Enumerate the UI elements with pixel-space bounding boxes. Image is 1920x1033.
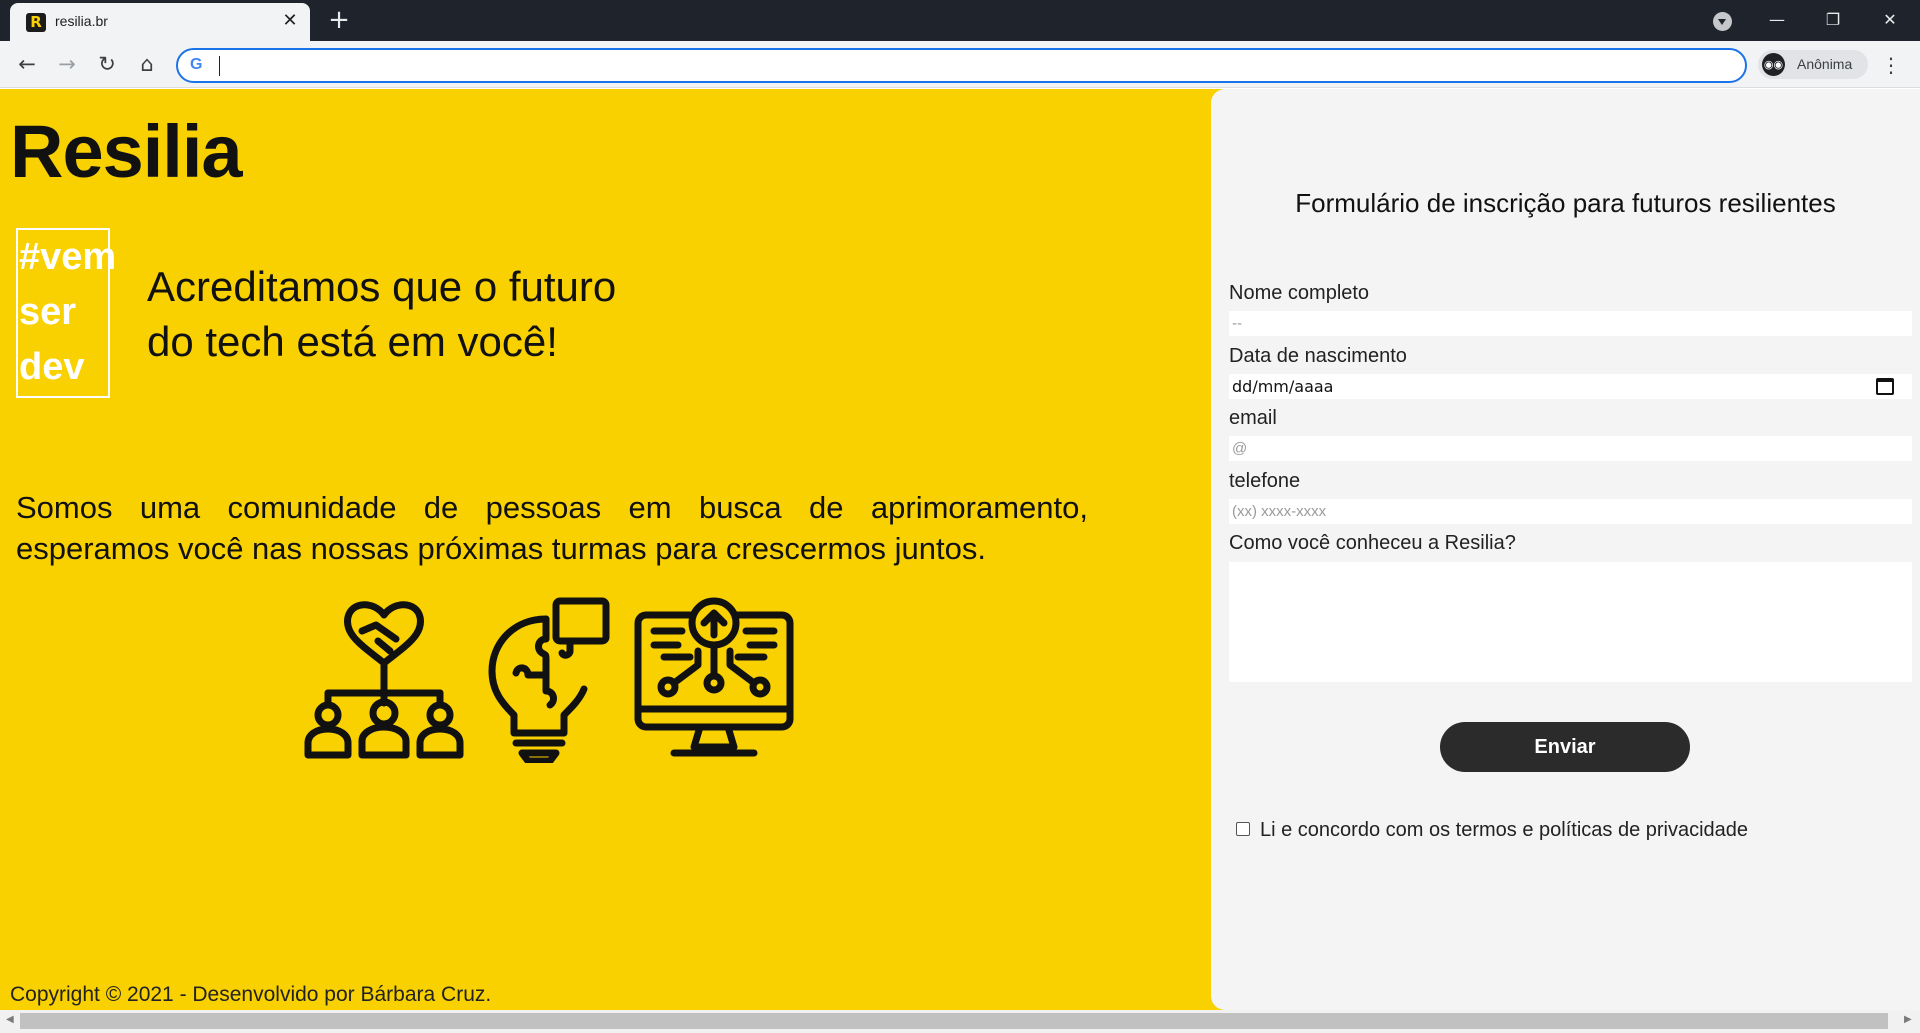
close-window-button[interactable]: ✕ <box>1875 6 1905 34</box>
minimize-button[interactable]: — <box>1762 6 1792 34</box>
home-icon[interactable]: ⌂ <box>132 49 162 79</box>
google-icon: G <box>190 56 203 73</box>
tagline: Acreditamos que o futuro do tech está em… <box>147 259 667 369</box>
about-text: Somos uma comunidade de pessoas em busca… <box>16 490 1088 566</box>
teamwork-handshake-icon <box>304 601 464 759</box>
signup-form-panel: Formulário de inscrição para futuros res… <box>1211 89 1920 1010</box>
browser-titlebar: R resilia.br ✕ + — ❐ ✕ <box>0 0 1920 41</box>
calendar-icon[interactable] <box>1876 378 1894 395</box>
scroll-right-icon[interactable]: ▶ <box>1904 1014 1912 1025</box>
tagline-line: do tech está em você! <box>147 318 558 365</box>
computer-upload-circuit-icon <box>634 597 794 757</box>
page-content: Resilia #vem ser dev Acreditamos que o f… <box>0 89 1920 1010</box>
resilia-favicon-icon: R <box>26 13 46 32</box>
hashtag-line: ser <box>19 291 77 333</box>
source-label: Como você conheceu a Resilia? <box>1229 532 1516 554</box>
tab-title: resilia.br <box>55 13 108 29</box>
reload-icon[interactable]: ↻ <box>92 49 122 79</box>
email-label: email <box>1229 407 1277 429</box>
birth-date-label: Data de nascimento <box>1229 345 1407 367</box>
horizontal-scrollbar[interactable]: ◀ ▶ <box>0 1010 1920 1033</box>
browser-menu-icon[interactable]: ⋮ <box>1880 50 1902 80</box>
name-field[interactable] <box>1229 311 1912 336</box>
tab-close-icon[interactable]: ✕ <box>280 11 300 31</box>
browser-tab[interactable]: R resilia.br ✕ <box>10 3 310 41</box>
address-bar[interactable]: G <box>176 48 1747 83</box>
email-field[interactable] <box>1229 436 1912 461</box>
tagline-line: Acreditamos que o futuro <box>147 263 617 310</box>
name-label: Nome completo <box>1229 282 1370 304</box>
forward-arrow-icon[interactable]: → <box>52 49 82 79</box>
source-textarea[interactable] <box>1229 562 1912 682</box>
restore-button[interactable]: ❐ <box>1818 6 1848 34</box>
phone-field[interactable] <box>1229 499 1912 524</box>
text-caret <box>219 56 220 76</box>
form-title: Formulário de inscrição para futuros res… <box>1295 188 1836 218</box>
scrollbar-thumb[interactable] <box>20 1013 1888 1029</box>
incognito-icon: ◉◉ <box>1762 53 1785 76</box>
brand-title: Resilia <box>10 110 243 193</box>
terms-checkbox[interactable] <box>1236 822 1250 836</box>
scroll-left-icon[interactable]: ◀ <box>6 1014 14 1025</box>
lightbulb-puzzle-icon <box>488 597 610 763</box>
browser-toolbar: ← → ↻ ⌂ G ◉◉ Anônima ⋮ <box>0 41 1920 88</box>
hashtag-line: #vem <box>19 236 117 278</box>
footer-copyright: Copyright © 2021 - Desenvolvido por Bárb… <box>10 983 492 1006</box>
new-tab-button[interactable]: + <box>326 7 352 33</box>
phone-label: telefone <box>1229 470 1301 492</box>
illustration-icons <box>304 595 794 763</box>
hashtag-line: dev <box>19 346 85 388</box>
back-arrow-icon[interactable]: ← <box>12 49 42 79</box>
submit-button[interactable]: Enviar <box>1440 722 1690 772</box>
profile-label: Anônima <box>1797 56 1853 72</box>
address-input[interactable] <box>218 54 1718 78</box>
hashtag-box: #vem ser dev <box>16 228 117 398</box>
birth-date-placeholder: dd/mm/aaaa <box>1232 377 1334 396</box>
tab-search-icon[interactable] <box>1713 12 1732 31</box>
terms-label: Li e concordo com os termos e políticas … <box>1260 819 1749 841</box>
incognito-profile-button[interactable]: ◉◉ Anônima <box>1758 50 1868 79</box>
